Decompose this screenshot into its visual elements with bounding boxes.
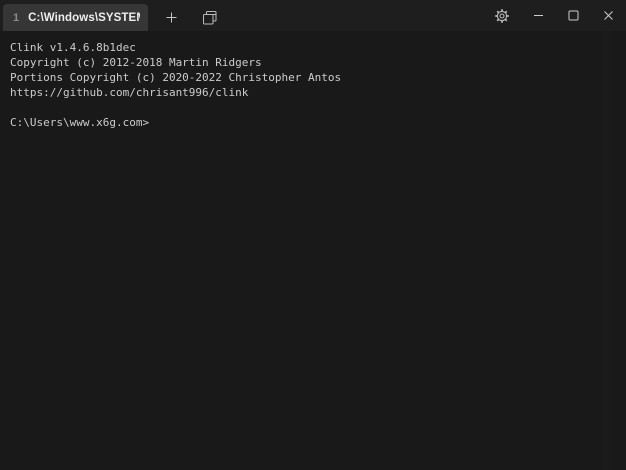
tab-switcher-button[interactable] <box>194 4 224 31</box>
gear-icon <box>494 8 510 24</box>
copyright-line: Copyright (c) 2012-2018 Martin Ridgers <box>10 56 262 69</box>
settings-button[interactable] <box>483 0 521 31</box>
close-button[interactable] <box>591 0 626 31</box>
maximize-icon <box>566 8 581 23</box>
command-prompt-line: C:\Users\www.x6g.com> <box>10 116 150 129</box>
terminal-content[interactable]: Clink v1.4.6.8b1dec Copyright (c) 2012-2… <box>0 31 626 470</box>
clink-version-line: Clink v1.4.6.8b1dec <box>10 41 136 54</box>
minimize-icon <box>531 8 546 23</box>
tab-index: 1 <box>13 11 20 24</box>
tab-title: C:\Windows\SYSTEM3... <box>28 11 140 24</box>
portions-line: Portions Copyright (c) 2020-2022 Christo… <box>10 71 342 84</box>
maximize-button[interactable] <box>556 0 591 31</box>
titlebar: 1 C:\Windows\SYSTEM3... <box>0 0 626 31</box>
minimize-button[interactable] <box>521 0 556 31</box>
new-tab-button[interactable] <box>156 4 186 31</box>
scrollbar[interactable] <box>602 31 612 470</box>
plus-icon <box>164 10 179 25</box>
github-url-line: https://github.com/chrisant996/clink <box>10 86 249 99</box>
tab-cmd[interactable]: 1 C:\Windows\SYSTEM3... <box>3 4 148 31</box>
titlebar-drag-area <box>224 0 483 31</box>
window-stack-icon <box>201 9 218 26</box>
close-icon <box>601 8 616 23</box>
